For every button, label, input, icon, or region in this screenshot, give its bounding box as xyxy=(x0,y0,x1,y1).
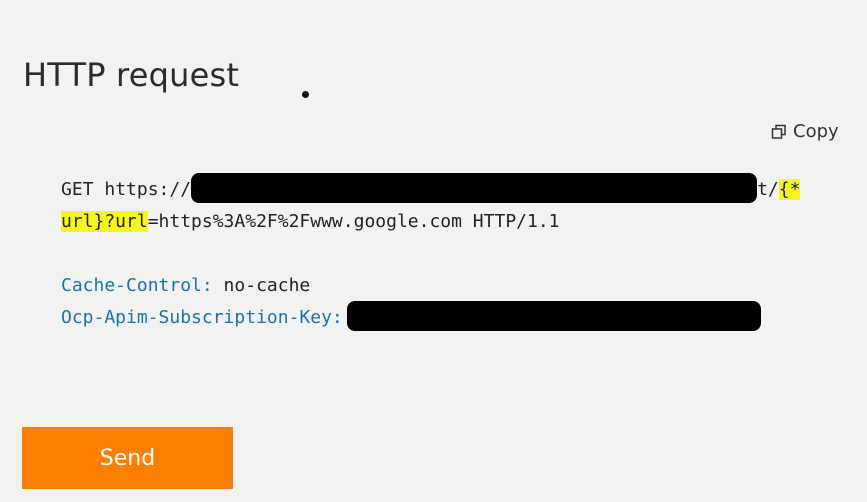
request-line-2: url}?url=https%3A%2F%2Fwww.google.com HT… xyxy=(61,206,800,238)
http-method: GET xyxy=(61,179,94,200)
redacted-subscription-key xyxy=(346,301,761,331)
header-name: Cache-Control: xyxy=(61,275,213,296)
request-line-1: GET https:// t/{* xyxy=(61,173,801,206)
send-button[interactable]: Send xyxy=(22,427,233,489)
query-string: =https%3A%2F%2Fwww.google.com HTTP/1.1 xyxy=(147,211,560,232)
url-scheme: https:// xyxy=(104,179,192,200)
header-value: no-cache xyxy=(212,275,311,296)
url-path-end: t/ xyxy=(757,179,779,200)
copy-button[interactable]: Copy xyxy=(771,121,839,142)
copy-label: Copy xyxy=(793,121,839,142)
highlight-url-param-start: {* xyxy=(778,179,801,200)
page-title: HTTP request xyxy=(23,56,240,94)
copy-icon xyxy=(771,124,787,140)
redacted-host xyxy=(191,173,758,203)
request-code-block: GET https:// t/{* url}?url=https%3A%2F%2F… xyxy=(61,173,801,334)
header-name: Ocp-Apim-Subscription-Key: xyxy=(61,307,343,328)
header-cache-control: Cache-Control: no-cache xyxy=(61,270,800,302)
header-subscription-key: Ocp-Apim-Subscription-Key: xyxy=(61,301,800,334)
stray-dot xyxy=(302,91,309,98)
highlight-url-param-end: url}?url xyxy=(61,211,148,232)
